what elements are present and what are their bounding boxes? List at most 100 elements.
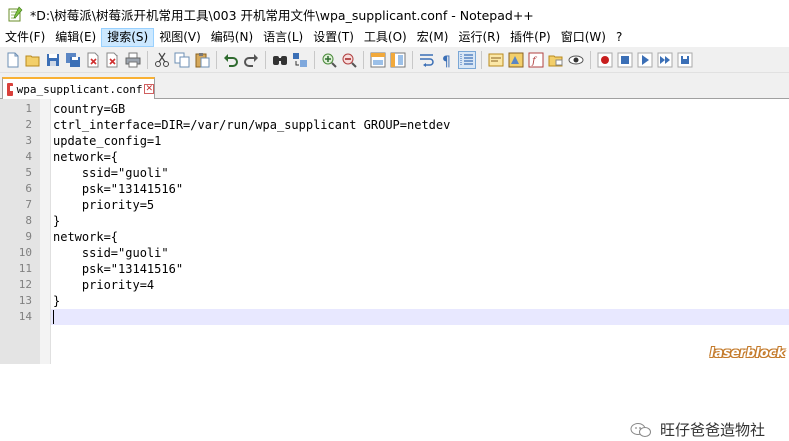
editor-line[interactable]: 6 psk="13141516" <box>0 181 789 197</box>
word-wrap-icon[interactable] <box>419 52 435 68</box>
run-macro-multiple-icon[interactable] <box>657 52 673 68</box>
line-content[interactable]: priority=5 <box>51 197 789 213</box>
toolbar-separator <box>314 50 315 69</box>
toolbar-separator <box>147 50 148 69</box>
brand-watermark: laserblock <box>709 346 785 361</box>
menu-tools[interactable]: 工具(O) <box>359 28 412 47</box>
close-icon[interactable] <box>85 52 101 68</box>
save-all-icon[interactable] <box>65 52 81 68</box>
replace-icon[interactable] <box>292 52 308 68</box>
line-content[interactable]: network={ <box>51 229 789 245</box>
zoom-in-icon[interactable] <box>321 52 337 68</box>
copy-icon[interactable] <box>174 52 190 68</box>
menu-encoding[interactable]: 编码(N) <box>206 28 258 47</box>
editor-line[interactable]: 3 update_config=1 <box>0 133 789 149</box>
sync-vertical-icon[interactable] <box>370 52 386 68</box>
line-number: 12 <box>18 278 32 291</box>
editor-line[interactable]: 5 ssid="guoli" <box>0 165 789 181</box>
close-all-icon[interactable] <box>105 52 121 68</box>
menu-search[interactable]: 搜索(S) <box>101 28 155 47</box>
menu-settings[interactable]: 设置(T) <box>308 28 359 47</box>
menu-run[interactable]: 运行(R) <box>453 28 505 47</box>
cut-icon[interactable] <box>154 52 170 68</box>
menu-help[interactable]: ? <box>611 28 627 47</box>
line-number: 10 <box>18 246 32 259</box>
language-icon[interactable] <box>488 52 504 68</box>
menu-edit[interactable]: 编辑(E) <box>50 28 101 47</box>
tab-wpa-supplicant-conf[interactable]: wpa_supplicant.conf ✕ <box>2 77 155 99</box>
editor-line[interactable]: 14 <box>0 309 789 325</box>
line-number: 13 <box>18 294 32 307</box>
play-macro-icon[interactable] <box>637 52 653 68</box>
tab-label: wpa_supplicant.conf <box>16 82 143 96</box>
menu-file[interactable]: 文件(F) <box>0 28 50 47</box>
editor-line[interactable]: 4 network={ <box>0 149 789 165</box>
editor-line[interactable]: 1 country=GB <box>0 101 789 117</box>
line-content[interactable]: ssid="guoli" <box>51 245 789 261</box>
line-content[interactable]: ssid="guoli" <box>51 165 789 181</box>
undo-icon[interactable] <box>223 52 239 68</box>
line-content[interactable]: } <box>51 213 789 229</box>
line-number: 8 <box>25 214 32 227</box>
editor-line[interactable]: 10 ssid="guoli" <box>0 245 789 261</box>
editor-line[interactable]: 11 psk="13141516" <box>0 261 789 277</box>
monitor-icon[interactable] <box>568 52 584 68</box>
line-content[interactable] <box>51 309 789 325</box>
print-icon[interactable] <box>125 52 141 68</box>
menu-macro[interactable]: 宏(M) <box>412 28 454 47</box>
line-content[interactable]: psk="13141516" <box>51 261 789 277</box>
find-icon[interactable] <box>272 52 288 68</box>
line-text: update_config=1 <box>53 134 162 148</box>
line-text: psk="13141516" <box>53 262 184 276</box>
editor-line[interactable]: 12 priority=4 <box>0 277 789 293</box>
paste-icon[interactable] <box>194 52 210 68</box>
line-content[interactable]: network={ <box>51 149 789 165</box>
menu-plugins[interactable]: 插件(P) <box>505 28 556 47</box>
window-title: *D:\树莓派\树莓派开机常用工具\003 开机常用文件\wpa_supplic… <box>30 7 534 23</box>
notepadpp-app-icon[interactable] <box>7 6 23 22</box>
menu-view[interactable]: 视图(V) <box>154 28 206 47</box>
line-number: 9 <box>25 230 32 243</box>
record-macro-icon[interactable] <box>597 52 613 68</box>
toolbar-separator <box>363 50 364 69</box>
editor-line[interactable]: 13} <box>0 293 789 309</box>
watermark: 旺仔爸爸造物社 <box>630 419 765 440</box>
stop-macro-icon[interactable] <box>617 52 633 68</box>
line-content[interactable]: update_config=1 <box>51 133 789 149</box>
toolbar: ¶ f <box>0 47 789 73</box>
sync-horizontal-icon[interactable] <box>390 52 406 68</box>
line-content[interactable]: country=GB <box>51 101 789 117</box>
open-file-icon[interactable] <box>25 52 41 68</box>
new-file-icon[interactable] <box>5 52 21 68</box>
doc-map-icon[interactable] <box>508 52 524 68</box>
editor[interactable]: 1 country=GB 2 ctrl_interface=DIR=/var/run/… <box>0 99 789 439</box>
wechat-icon <box>630 422 652 438</box>
editor-line[interactable]: 8} <box>0 213 789 229</box>
line-text: } <box>53 214 61 228</box>
folder-workspace-icon[interactable] <box>548 52 564 68</box>
line-content[interactable]: psk="13141516" <box>51 181 789 197</box>
line-number: 3 <box>25 134 32 147</box>
toolbar-separator <box>481 50 482 69</box>
tab-close-icon[interactable]: ✕ <box>144 84 154 94</box>
save-macro-icon[interactable] <box>677 52 693 68</box>
menu-window[interactable]: 窗口(W) <box>556 28 611 47</box>
redo-icon[interactable] <box>243 52 259 68</box>
line-number: 7 <box>25 198 32 211</box>
indent-guide-icon[interactable] <box>458 50 476 69</box>
line-content[interactable]: ctrl_interface=DIR=/var/run/wpa_supplica… <box>51 117 789 133</box>
line-text: psk="13141516" <box>53 182 184 196</box>
line-number: 11 <box>18 262 32 275</box>
line-content[interactable]: priority=4 <box>51 277 789 293</box>
editor-line[interactable]: 2 ctrl_interface=DIR=/var/run/wpa_supplic… <box>0 117 789 133</box>
editor-line[interactable]: 7 priority=5 <box>0 197 789 213</box>
menu-language[interactable]: 语言(L) <box>258 28 308 47</box>
save-icon[interactable] <box>45 52 61 68</box>
unsaved-file-icon <box>7 82 16 96</box>
line-content[interactable]: } <box>51 293 789 309</box>
show-all-chars-icon[interactable]: ¶ <box>439 52 455 70</box>
editor-line[interactable]: 9 network={ <box>0 229 789 245</box>
function-list-icon[interactable]: f <box>528 52 544 68</box>
toolbar-separator <box>265 50 266 69</box>
zoom-out-icon[interactable] <box>341 52 357 68</box>
